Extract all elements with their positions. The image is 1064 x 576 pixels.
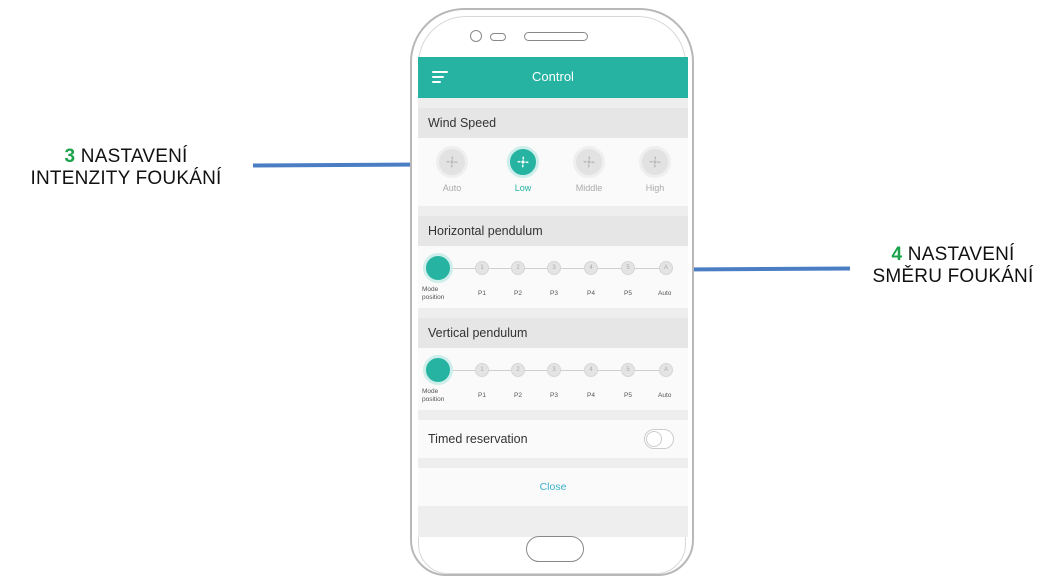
pendulum-node-p2[interactable]: 2 (511, 363, 525, 377)
wind-speed-heading: Wind Speed (418, 108, 688, 138)
speed-label: Middle (575, 183, 603, 193)
phone-frame: Control Wind Speed Auto Low Middle High … (410, 8, 694, 576)
fan-icon (573, 146, 605, 178)
pendulum-node-auto[interactable]: A (659, 363, 673, 377)
pendulum-node-p1[interactable]: 1 (475, 261, 489, 275)
pendulum-label-p5: P5 (624, 290, 632, 297)
pendulum-label-p1: P1 (478, 392, 486, 399)
pendulum-label-p4: P4 (587, 392, 595, 399)
pendulum-label-p3: P3 (550, 290, 558, 297)
home-button[interactable] (526, 536, 584, 562)
pendulum-node-auto[interactable]: A (659, 261, 673, 275)
speed-label: High (645, 183, 665, 193)
pendulum-label-auto: Auto (658, 392, 672, 399)
timed-reservation-toggle[interactable] (644, 429, 674, 449)
pendulum-label-auto: Auto (658, 290, 672, 297)
pendulum-node-p5[interactable]: 5 (621, 261, 635, 275)
front-camera (470, 30, 482, 42)
pendulum-label-p2: P2 (514, 392, 522, 399)
pendulum-label-p3: P3 (550, 392, 558, 399)
annotation-number: 3 (64, 146, 76, 167)
speed-label: Low (514, 183, 532, 193)
annotation-line1: NASTAVENÍ (907, 244, 1015, 265)
pendulum-label-p5: P5 (624, 392, 632, 399)
wind-speed-selector: Auto Low Middle High (418, 138, 688, 206)
horizontal-pendulum-slider[interactable]: 1 2 3 4 5 A Mode position P1 P2 P3 P4 P5 … (418, 246, 688, 308)
pendulum-node-mode[interactable] (423, 355, 453, 385)
annotation-leader-line (680, 266, 851, 272)
fan-icon (436, 146, 468, 178)
app-screen: Control Wind Speed Auto Low Middle High … (418, 57, 688, 537)
vertical-pendulum-slider[interactable]: 1 2 3 4 5 A Mode position P1 P2 P3 P4 P5 … (418, 348, 688, 410)
speed-label: Auto (442, 183, 462, 193)
pendulum-node-p3[interactable]: 3 (547, 261, 561, 275)
speed-option-low[interactable]: Low (498, 146, 548, 193)
annotation-line2: SMĚRU FOUKÁNÍ (872, 266, 1034, 287)
speed-option-high[interactable]: High (630, 146, 680, 193)
page-title: Control (532, 69, 574, 84)
pendulum-node-p2[interactable]: 2 (511, 261, 525, 275)
earpiece-speaker (524, 32, 588, 41)
pendulum-label-p1: P1 (478, 290, 486, 297)
app-bar: Control (418, 57, 688, 98)
vertical-pendulum-heading: Vertical pendulum (418, 318, 688, 348)
annotation-line1: NASTAVENÍ (80, 146, 188, 167)
pendulum-node-p1[interactable]: 1 (475, 363, 489, 377)
pendulum-label-p4: P4 (587, 290, 595, 297)
pendulum-node-mode[interactable] (423, 253, 453, 283)
pendulum-label-mode: Mode position (422, 286, 445, 301)
pendulum-node-p3[interactable]: 3 (547, 363, 561, 377)
pendulum-node-p4[interactable]: 4 (584, 261, 598, 275)
pendulum-label-mode: Mode position (422, 388, 445, 403)
fan-icon (639, 146, 671, 178)
horizontal-pendulum-heading: Horizontal pendulum (418, 216, 688, 246)
annotation-number: 4 (891, 244, 903, 265)
pendulum-label-p2: P2 (514, 290, 522, 297)
sensor (490, 33, 506, 41)
annotation-leader-line (252, 162, 424, 168)
fan-icon (507, 146, 539, 178)
annotation-line2: INTENZITY FOUKÁNÍ (30, 168, 222, 189)
annotation-wind-speed: 3 NASTAVENÍ INTENZITY FOUKÁNÍ (0, 146, 252, 190)
pendulum-node-p5[interactable]: 5 (621, 363, 635, 377)
timed-reservation-label: Timed reservation (428, 432, 528, 446)
speed-option-middle[interactable]: Middle (564, 146, 614, 193)
close-button[interactable]: Close (418, 468, 688, 506)
pendulum-node-p4[interactable]: 4 (584, 363, 598, 377)
annotation-wind-direction: 4 NASTAVENÍ SMĚRU FOUKÁNÍ (848, 244, 1058, 288)
timed-reservation-row: Timed reservation (418, 420, 688, 458)
speed-option-auto[interactable]: Auto (427, 146, 477, 193)
